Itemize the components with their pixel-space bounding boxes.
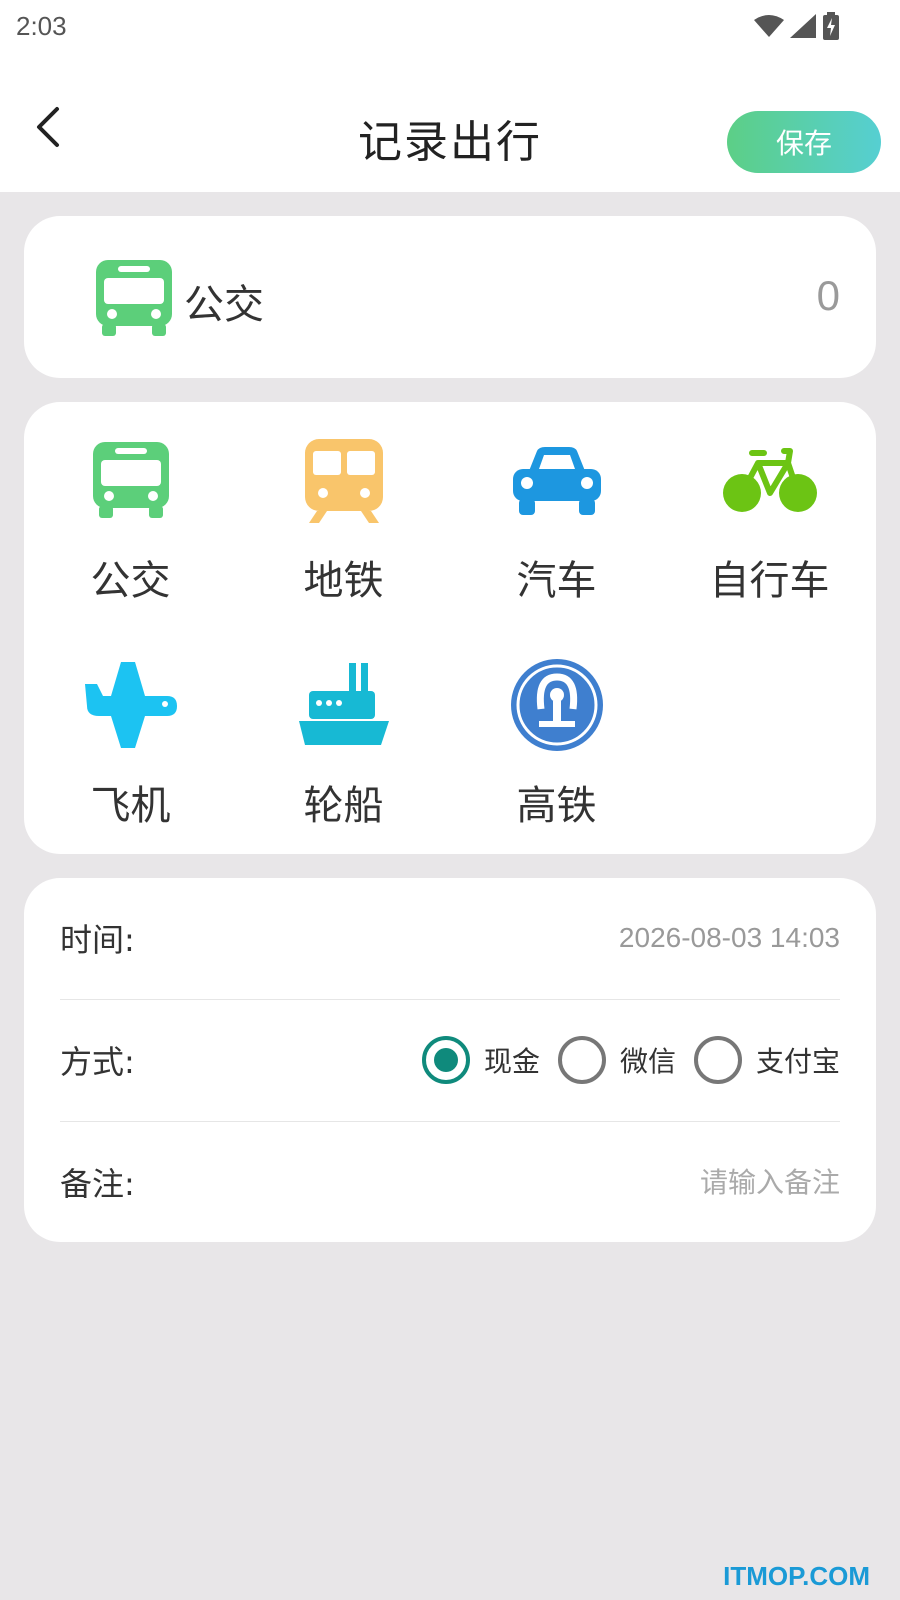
- time-value[interactable]: 2026-08-03 14:03: [619, 922, 840, 954]
- note-row: 备注:: [60, 1122, 840, 1242]
- method-label: 方式:: [60, 1043, 135, 1081]
- bus-icon: [92, 442, 169, 518]
- transport-label: 地铁: [303, 558, 384, 604]
- transport-item-airplane[interactable]: 飞机: [24, 627, 237, 829]
- transport-label: 公交: [90, 558, 171, 604]
- radio-unchecked-icon: [693, 1036, 742, 1084]
- radio-alipay[interactable]: 支付宝: [693, 1036, 840, 1084]
- app-header: 记录出行 保存: [0, 52, 900, 192]
- transport-item-high-speed-rail[interactable]: 高铁: [450, 627, 663, 829]
- note-input[interactable]: [440, 1165, 840, 1199]
- signal-icon: [790, 14, 816, 38]
- bicycle-icon: [722, 448, 817, 512]
- transport-label: 轮船: [303, 783, 384, 829]
- payment-method-row: 方式: 现金 微信 支付宝: [60, 1000, 840, 1120]
- record-form: 时间: 2026-08-03 14:03 方式: 现金 微信 支付宝 备注:: [24, 878, 876, 1242]
- transport-label: 飞机: [90, 783, 171, 829]
- status-time: 2:03: [16, 10, 67, 41]
- radio-label: 微信: [619, 1045, 676, 1078]
- radio-label: 现金: [483, 1045, 540, 1078]
- note-label: 备注:: [60, 1165, 135, 1203]
- radio-cash[interactable]: 现金: [421, 1036, 540, 1084]
- time-row[interactable]: 时间: 2026-08-03 14:03: [60, 878, 840, 998]
- save-button[interactable]: 保存: [727, 111, 881, 173]
- radio-wechat[interactable]: 微信: [557, 1036, 676, 1084]
- payment-method-group: 现金 微信 支付宝: [404, 1036, 840, 1084]
- radio-label: 支付宝: [755, 1045, 840, 1078]
- transport-label: 汽车: [516, 558, 597, 604]
- transport-grid: 公交 地铁 汽车 自行车 飞机 轮船 高铁: [24, 402, 876, 854]
- bus-icon: [96, 260, 172, 336]
- transport-item-car[interactable]: 汽车: [450, 402, 663, 604]
- watermark: ITMOP.COM: [723, 1561, 870, 1591]
- car-icon: [512, 447, 601, 515]
- selected-transport-name: 公交: [184, 282, 264, 328]
- wifi-icon: [754, 15, 784, 37]
- transport-label: 自行车: [709, 558, 830, 604]
- transport-item-subway[interactable]: 地铁: [237, 402, 450, 604]
- time-label: 时间:: [60, 921, 135, 959]
- transport-item-bus[interactable]: 公交: [24, 402, 237, 604]
- radio-unchecked-icon: [557, 1036, 606, 1084]
- transport-item-bicycle[interactable]: 自行车: [663, 402, 876, 604]
- selected-transport-card: 公交 0: [24, 216, 876, 378]
- ship-icon: [298, 663, 389, 745]
- status-icons: [754, 12, 840, 40]
- airplane-icon: [84, 662, 177, 748]
- selected-amount[interactable]: 0: [817, 272, 840, 320]
- radio-checked-icon: [421, 1036, 470, 1084]
- status-bar: 2:03: [0, 0, 900, 52]
- transport-label: 高铁: [516, 783, 597, 829]
- transport-item-ship[interactable]: 轮船: [237, 627, 450, 829]
- battery-icon: [823, 12, 839, 40]
- high-speed-rail-icon: [510, 659, 603, 751]
- subway-icon: [304, 439, 383, 523]
